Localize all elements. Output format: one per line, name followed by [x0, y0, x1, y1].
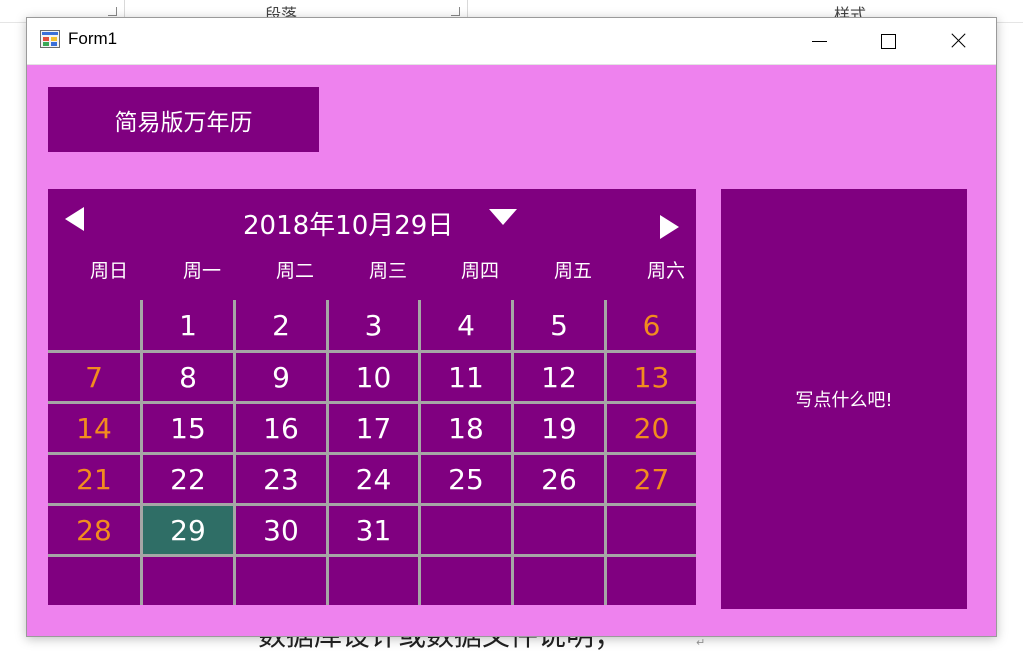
next-month-arrow-icon[interactable] [660, 215, 679, 239]
calendar-day-selected[interactable]: 29 [143, 506, 233, 554]
calendar-day-cell[interactable] [143, 557, 233, 605]
window-title: Form1 [68, 29, 118, 48]
calendar-day-cell[interactable]: 17 [329, 404, 418, 452]
weekday-label: 周四 [460, 260, 499, 282]
calendar-day-cell[interactable] [514, 557, 604, 605]
calendar-day-cell[interactable] [329, 557, 418, 605]
paragraph-mark: ↵ [696, 636, 706, 649]
weekday-header-row: 周日 周一 周二 周三 周四 周五 周六 [48, 256, 696, 282]
calendar-day-cell[interactable]: 1 [143, 300, 233, 350]
calendar-day-cell[interactable]: 15 [143, 404, 233, 452]
calendar-day-cell[interactable]: 14 [48, 404, 140, 452]
calendar-day-cell[interactable]: 5 [514, 300, 604, 350]
dialog-launcher-icon[interactable] [108, 7, 117, 16]
dialog-launcher-icon[interactable] [451, 7, 460, 16]
calendar-day-cell[interactable]: 30 [236, 506, 326, 554]
calendar-day-cell[interactable] [236, 557, 326, 605]
title-bar[interactable]: Form1 [27, 18, 996, 65]
calendar-day-cell[interactable]: 21 [48, 455, 140, 503]
calendar-day-cell[interactable] [607, 557, 696, 605]
calendar-day-cell[interactable] [48, 557, 140, 605]
prev-month-arrow-icon[interactable] [65, 207, 84, 231]
form1-window: Form1 简易版万年历 2018年10月29日 周日 周一 周二 周三 周四 周五 周六 … [26, 17, 997, 637]
calendar-day-cell[interactable] [421, 506, 511, 554]
calendar-day-cell[interactable]: 7 [48, 353, 140, 401]
weekday-label: 周一 [182, 260, 221, 282]
calendar-day-cell[interactable]: 24 [329, 455, 418, 503]
calendar-day-cell[interactable]: 20 [607, 404, 696, 452]
calendar-day-cell[interactable]: 2 [236, 300, 326, 350]
calendar-day-cell[interactable]: 28 [48, 506, 140, 554]
calendar-day-cell[interactable]: 9 [236, 353, 326, 401]
day-grid: 1 2 3 4 5 6 7 8 9 10 11 12 13 14 15 16 17 18 19 20 21 22 23 24 2… [48, 300, 696, 605]
calendar-day-cell[interactable]: 12 [514, 353, 604, 401]
ribbon-separator [467, 0, 468, 18]
calendar-day-cell[interactable] [514, 506, 604, 554]
calendar-day-cell[interactable]: 6 [607, 300, 696, 350]
calendar-day-cell[interactable]: 11 [421, 353, 511, 401]
calendar-day-cell[interactable]: 4 [421, 300, 511, 350]
month-calendar[interactable]: 2018年10月29日 周日 周一 周二 周三 周四 周五 周六 1 2 3 4 5 6 7 8 9 10 11… [48, 189, 696, 605]
winforms-app-icon [40, 30, 60, 48]
minimize-icon[interactable] [785, 18, 853, 64]
ribbon-separator [124, 0, 125, 18]
form-client-area: 简易版万年历 2018年10月29日 周日 周一 周二 周三 周四 周五 周六 123456… [27, 65, 996, 636]
weekday-label: 周六 [646, 260, 685, 282]
calendar-day-cell[interactable] [48, 300, 140, 350]
calendar-day-cell[interactable]: 27 [607, 455, 696, 503]
weekday-label: 周二 [275, 260, 314, 282]
calendar-day-cell[interactable] [607, 506, 696, 554]
date-dropdown-arrow-icon[interactable] [489, 209, 517, 225]
calendar-day-cell[interactable]: 16 [236, 404, 326, 452]
calendar-day-cell[interactable]: 25 [421, 455, 511, 503]
calendar-day-cell[interactable] [421, 557, 511, 605]
calendar-day-cell[interactable]: 13 [607, 353, 696, 401]
current-date-title[interactable]: 2018年10月29日 [243, 205, 453, 242]
calendar-day-cell[interactable]: 22 [143, 455, 233, 503]
calendar-day-cell[interactable]: 8 [143, 353, 233, 401]
maximize-icon[interactable] [854, 18, 922, 64]
weekday-label: 周五 [553, 260, 592, 282]
close-icon[interactable] [923, 18, 991, 64]
calendar-day-cell[interactable]: 19 [514, 404, 604, 452]
calendar-day-cell[interactable]: 23 [236, 455, 326, 503]
calendar-day-cell[interactable]: 18 [421, 404, 511, 452]
calendar-day-cell[interactable]: 31 [329, 506, 418, 554]
calendar-day-cell[interactable]: 3 [329, 300, 418, 350]
weekday-label: 周日 [89, 260, 128, 282]
calendar-day-cell[interactable]: 26 [514, 455, 604, 503]
weekday-label: 周三 [368, 260, 407, 282]
calendar-day-cell[interactable]: 10 [329, 353, 418, 401]
note-panel[interactable]: 写点什么吧! [721, 189, 967, 609]
calendar-title-button[interactable]: 简易版万年历 [48, 87, 319, 152]
